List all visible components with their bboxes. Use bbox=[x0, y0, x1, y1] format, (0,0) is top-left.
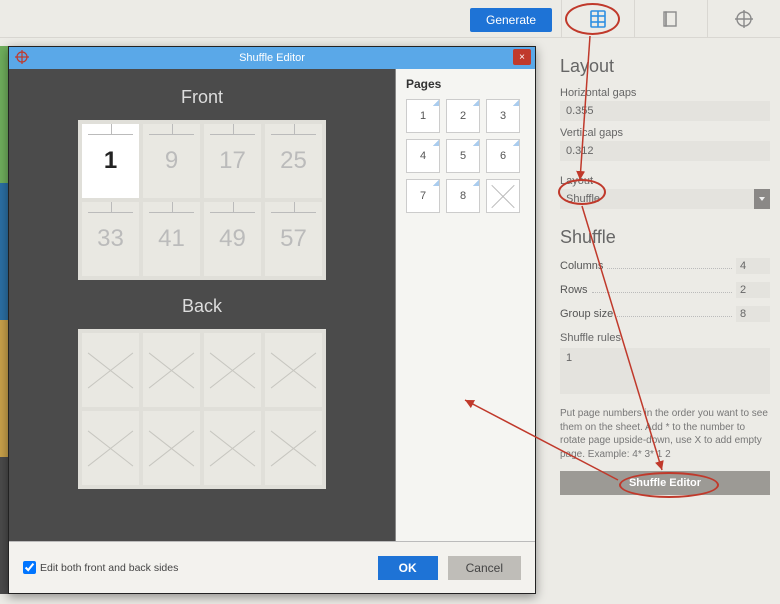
rows-label: Rows bbox=[560, 284, 588, 296]
rows-input[interactable] bbox=[736, 282, 770, 298]
crop-marks-icon[interactable] bbox=[707, 0, 780, 38]
workspace-edge bbox=[0, 46, 8, 594]
back-cell[interactable] bbox=[143, 333, 200, 407]
edit-both-checkbox-wrap[interactable]: Edit both front and back sides bbox=[23, 561, 178, 574]
hgap-label: Horizontal gaps bbox=[560, 87, 770, 99]
layout-mode-value: Shuffle bbox=[560, 189, 754, 209]
shuffle-heading: Shuffle bbox=[560, 227, 770, 248]
rules-input[interactable]: 1 bbox=[560, 348, 770, 394]
edit-both-checkbox[interactable] bbox=[23, 561, 36, 574]
front-cell[interactable]: 1 bbox=[82, 124, 139, 198]
back-cell[interactable] bbox=[143, 411, 200, 485]
back-cell[interactable] bbox=[82, 333, 139, 407]
group-row: Group size bbox=[560, 306, 770, 322]
vgap-label: Vertical gaps bbox=[560, 127, 770, 139]
shuffle-editor-dialog: Shuffle Editor × Front 19172533414957 Ba… bbox=[8, 46, 536, 594]
back-heading: Back bbox=[29, 296, 375, 317]
front-heading: Front bbox=[29, 87, 375, 108]
page-thumb[interactable]: 1 bbox=[406, 99, 440, 133]
vgap-input[interactable] bbox=[560, 141, 770, 161]
back-cell[interactable] bbox=[204, 333, 261, 407]
ok-button[interactable]: OK bbox=[378, 556, 438, 580]
page-thumb[interactable]: 3 bbox=[486, 99, 520, 133]
layout-panel: Layout Horizontal gaps Vertical gaps Lay… bbox=[560, 48, 770, 495]
pages-heading: Pages bbox=[406, 77, 529, 91]
columns-label: Columns bbox=[560, 260, 603, 272]
back-cell[interactable] bbox=[204, 411, 261, 485]
front-cell[interactable]: 49 bbox=[204, 202, 261, 276]
front-cell[interactable]: 57 bbox=[265, 202, 322, 276]
dialog-title: Shuffle Editor bbox=[239, 52, 305, 64]
back-sheet bbox=[78, 329, 326, 489]
layout-mode-label: Layout bbox=[560, 175, 770, 187]
front-cell[interactable]: 41 bbox=[143, 202, 200, 276]
page-thumb[interactable]: 5 bbox=[446, 139, 480, 173]
back-cell[interactable] bbox=[82, 411, 139, 485]
dialog-titlebar: Shuffle Editor × bbox=[9, 47, 535, 69]
page-thumbnails-grid: 123 456 78 bbox=[406, 99, 529, 213]
page-thumb[interactable]: 7 bbox=[406, 179, 440, 213]
rules-label: Shuffle rules bbox=[560, 332, 770, 344]
front-cell[interactable]: 17 bbox=[204, 124, 261, 198]
columns-row: Columns bbox=[560, 258, 770, 274]
front-cell[interactable]: 9 bbox=[143, 124, 200, 198]
page-thumb-blank[interactable] bbox=[486, 179, 520, 213]
group-input[interactable] bbox=[736, 306, 770, 322]
top-toolbar: Generate bbox=[0, 0, 780, 38]
edit-both-label: Edit both front and back sides bbox=[40, 562, 178, 574]
columns-input[interactable] bbox=[736, 258, 770, 274]
layout-icon[interactable] bbox=[561, 0, 634, 38]
group-label: Group size bbox=[560, 308, 613, 320]
pages-panel: Pages 123 456 78 bbox=[395, 69, 535, 541]
back-cell[interactable] bbox=[265, 411, 322, 485]
chevron-down-icon bbox=[754, 189, 770, 209]
front-sheet: 191725 33414957 bbox=[78, 120, 326, 280]
shuffle-editor-button[interactable]: Shuffle Editor bbox=[560, 471, 770, 495]
sheet-preview-area: Front 191725 33414957 Back bbox=[9, 69, 395, 541]
target-icon bbox=[15, 50, 29, 69]
back-cell[interactable] bbox=[265, 333, 322, 407]
layout-mode-select[interactable]: Shuffle bbox=[560, 189, 770, 209]
close-button[interactable]: × bbox=[513, 49, 531, 65]
page-thumb[interactable]: 8 bbox=[446, 179, 480, 213]
front-cell[interactable]: 33 bbox=[82, 202, 139, 276]
cancel-button[interactable]: Cancel bbox=[448, 556, 521, 580]
rules-help-text: Put page numbers in the order you want t… bbox=[560, 407, 770, 461]
rows-row: Rows bbox=[560, 282, 770, 298]
hgap-input[interactable] bbox=[560, 101, 770, 121]
trim-icon[interactable] bbox=[634, 0, 707, 38]
page-thumb[interactable]: 2 bbox=[446, 99, 480, 133]
layout-heading: Layout bbox=[560, 56, 770, 77]
dialog-footer: Edit both front and back sides OK Cancel bbox=[9, 541, 535, 593]
page-thumb[interactable]: 6 bbox=[486, 139, 520, 173]
front-cell[interactable]: 25 bbox=[265, 124, 322, 198]
page-thumb[interactable]: 4 bbox=[406, 139, 440, 173]
generate-button[interactable]: Generate bbox=[470, 8, 552, 32]
